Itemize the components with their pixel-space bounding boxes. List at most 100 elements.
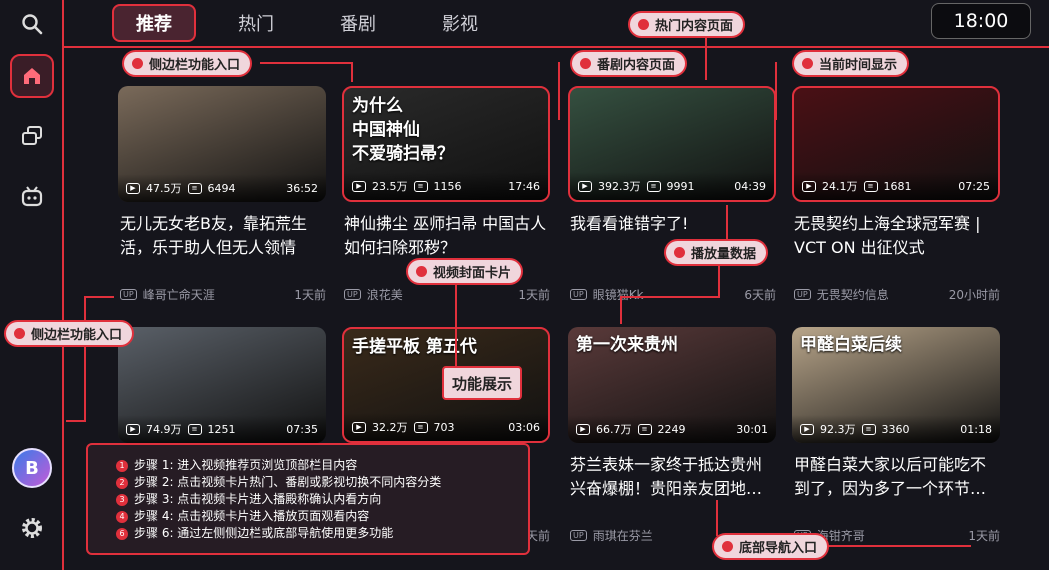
publish-time: 1天前 xyxy=(968,529,1000,543)
duration: 01:18 xyxy=(960,422,992,436)
video-title[interactable]: 芬兰表妹一家终于抵达贵州兴奋爆棚！贵阳亲友团地… xyxy=(570,453,776,501)
author-name[interactable]: 无畏契约信息 xyxy=(817,286,889,303)
play-count-icon: ▶ xyxy=(126,182,140,194)
thumbnail-overlay-text: 甲醛白菜后续 xyxy=(800,335,902,355)
search-icon[interactable] xyxy=(10,2,54,46)
video-title[interactable]: 无畏契约上海全球冠军赛 | VCT ON 出征仪式 xyxy=(794,212,1000,260)
play-count-icon: ▶ xyxy=(578,180,592,192)
up-badge: UP xyxy=(794,289,811,300)
play-count-icon: ▶ xyxy=(576,423,590,435)
danmaku-count: 1681 xyxy=(883,179,912,193)
user-avatar[interactable]: B xyxy=(10,446,54,490)
video-thumbnail[interactable]: ▶ 74.9万 ≡ 1251 07:35 xyxy=(118,327,326,443)
tv-icon[interactable] xyxy=(10,174,54,218)
up-badge: UP xyxy=(570,289,587,300)
danmaku-count: 9991 xyxy=(666,179,695,193)
connector xyxy=(351,62,353,82)
author-name[interactable]: 浪花美 xyxy=(367,286,403,303)
publish-time: 1天前 xyxy=(294,288,326,302)
danmaku-icon: ≡ xyxy=(413,421,428,433)
publish-time: 6天前 xyxy=(744,288,776,302)
duration: 36:52 xyxy=(286,181,318,195)
connector xyxy=(620,296,720,298)
callout-hot-page: 热门内容页面 xyxy=(628,11,746,38)
callout-anime-page: 番剧内容页面 xyxy=(570,50,688,77)
play-count: 392.3万 xyxy=(598,180,641,193)
video-thumbnail[interactable]: ▶ 24.1万 ≡ 1681 07:25 xyxy=(792,86,1000,202)
author-name[interactable]: 眼镜猫Kk xyxy=(593,286,644,303)
play-count: 74.9万 xyxy=(146,423,182,436)
video-title[interactable]: 甲醛白菜大家以后可能吃不到了，因为多了一个环节… xyxy=(794,453,1000,501)
danmaku-icon: ≡ xyxy=(187,182,202,194)
video-stats: ▶ 47.5万 ≡ 6494 36:52 xyxy=(118,174,326,202)
duration: 04:39 xyxy=(734,179,766,193)
play-count-icon: ▶ xyxy=(802,180,816,192)
app-screen: B 推荐 热门 番剧 影视 18:00 ▶ 47.5万 ≡ 6494 36:52 无儿无女… xyxy=(0,0,1049,570)
video-meta: UP 眼镜猫Kk 6天前 xyxy=(570,286,776,303)
callout-current-time: 当前时间显示 xyxy=(792,50,910,77)
danmaku-count: 1251 xyxy=(207,422,236,436)
tab-hot[interactable]: 热门 xyxy=(216,4,296,42)
connector xyxy=(558,62,560,120)
connector xyxy=(84,296,114,298)
step-item: 2 步骤 2: 点击视频卡片热门、番剧或影视切换不同内容分类 xyxy=(116,474,528,491)
connector xyxy=(716,500,718,536)
video-stats: ▶ 23.5万 ≡ 1156 17:46 xyxy=(344,172,548,200)
sidebar: B xyxy=(0,0,64,570)
connector xyxy=(775,62,777,120)
up-badge: UP xyxy=(120,289,137,300)
danmaku-icon: ≡ xyxy=(187,423,202,435)
video-thumbnail[interactable]: ▶ 47.5万 ≡ 6494 36:52 xyxy=(118,86,326,202)
video-title[interactable]: 无儿无女老B友，靠拓荒生活，乐于助人但无人领情 xyxy=(120,212,326,260)
connector xyxy=(826,545,971,547)
callout-sidebar-entry-top: 侧边栏功能入口 xyxy=(122,50,253,77)
step-item: 1 步骤 1: 进入视频推荐页浏览顶部栏目内容 xyxy=(116,457,528,474)
avatar[interactable]: B xyxy=(12,448,52,488)
play-count: 32.2万 xyxy=(372,421,408,434)
thumbnail-overlay-text: 手搓平板 第五代 xyxy=(352,337,477,357)
up-badge: UP xyxy=(344,289,361,300)
tab-recommend[interactable]: 推荐 xyxy=(112,4,196,42)
duration: 07:25 xyxy=(958,179,990,193)
danmaku-count: 6494 xyxy=(207,181,236,195)
clock: 18:00 xyxy=(931,3,1031,39)
video-meta: UP 峰哥亡命天涯 1天前 xyxy=(120,286,326,303)
home-icon[interactable] xyxy=(10,54,54,98)
video-stats: ▶ 74.9万 ≡ 1251 07:35 xyxy=(118,415,326,443)
top-nav: 推荐 热门 番剧 影视 18:00 xyxy=(64,0,1049,46)
play-count-icon: ▶ xyxy=(352,421,366,433)
up-badge: UP xyxy=(570,530,587,541)
library-icon[interactable] xyxy=(10,114,54,158)
play-count: 92.3万 xyxy=(820,423,856,436)
tab-film[interactable]: 影视 xyxy=(420,4,500,42)
danmaku-count: 703 xyxy=(433,420,455,434)
video-title[interactable]: 我看看谁错字了! xyxy=(570,212,776,236)
play-count: 47.5万 xyxy=(146,182,182,195)
tab-anime[interactable]: 番剧 xyxy=(318,4,398,42)
duration: 30:01 xyxy=(736,422,768,436)
play-count-icon: ▶ xyxy=(800,423,814,435)
danmaku-icon: ≡ xyxy=(861,423,876,435)
steps-panel: 1 步骤 1: 进入视频推荐页浏览顶部栏目内容 2 步骤 2: 点击视频卡片热门、番… xyxy=(86,443,530,555)
connector xyxy=(455,278,457,368)
author-name[interactable]: 峰哥亡命天涯 xyxy=(143,286,215,303)
video-stats: ▶ 24.1万 ≡ 1681 07:25 xyxy=(794,172,998,200)
video-thumbnail[interactable]: 第一次来贵州 ▶ 66.7万 ≡ 2249 30:01 xyxy=(568,327,776,443)
video-meta: UP 浪花美 1天前 xyxy=(344,286,550,303)
video-thumbnail[interactable]: 为什么 中国神仙 不爱骑扫帚？ ▶ 23.5万 ≡ 1156 17:46 xyxy=(342,86,550,202)
video-title[interactable]: 神仙拂尘 巫师扫帚 中国古人如何扫除邪秽？ xyxy=(344,212,550,260)
danmaku-icon: ≡ xyxy=(646,180,661,192)
danmaku-count: 2249 xyxy=(657,422,686,436)
connector xyxy=(66,420,86,422)
callout-sidebar-entry-left: 侧边栏功能入口 xyxy=(4,320,135,347)
video-stats: ▶ 66.7万 ≡ 2249 30:01 xyxy=(568,415,776,443)
step-item: 6 步骤 6: 通过左侧侧边栏或底部导航使用更多功能 xyxy=(116,525,528,542)
author-name[interactable]: 雨琪在芬兰 xyxy=(593,527,653,544)
video-thumbnail[interactable]: 甲醛白菜后续 ▶ 92.3万 ≡ 3360 01:18 xyxy=(792,327,1000,443)
video-stats: ▶ 392.3万 ≡ 9991 04:39 xyxy=(570,172,774,200)
play-count-icon: ▶ xyxy=(126,423,140,435)
video-thumbnail[interactable]: ▶ 392.3万 ≡ 9991 04:39 xyxy=(568,86,776,202)
publish-time: 20小时前 xyxy=(948,288,1000,302)
danmaku-icon: ≡ xyxy=(637,423,652,435)
settings-icon[interactable] xyxy=(10,506,54,550)
